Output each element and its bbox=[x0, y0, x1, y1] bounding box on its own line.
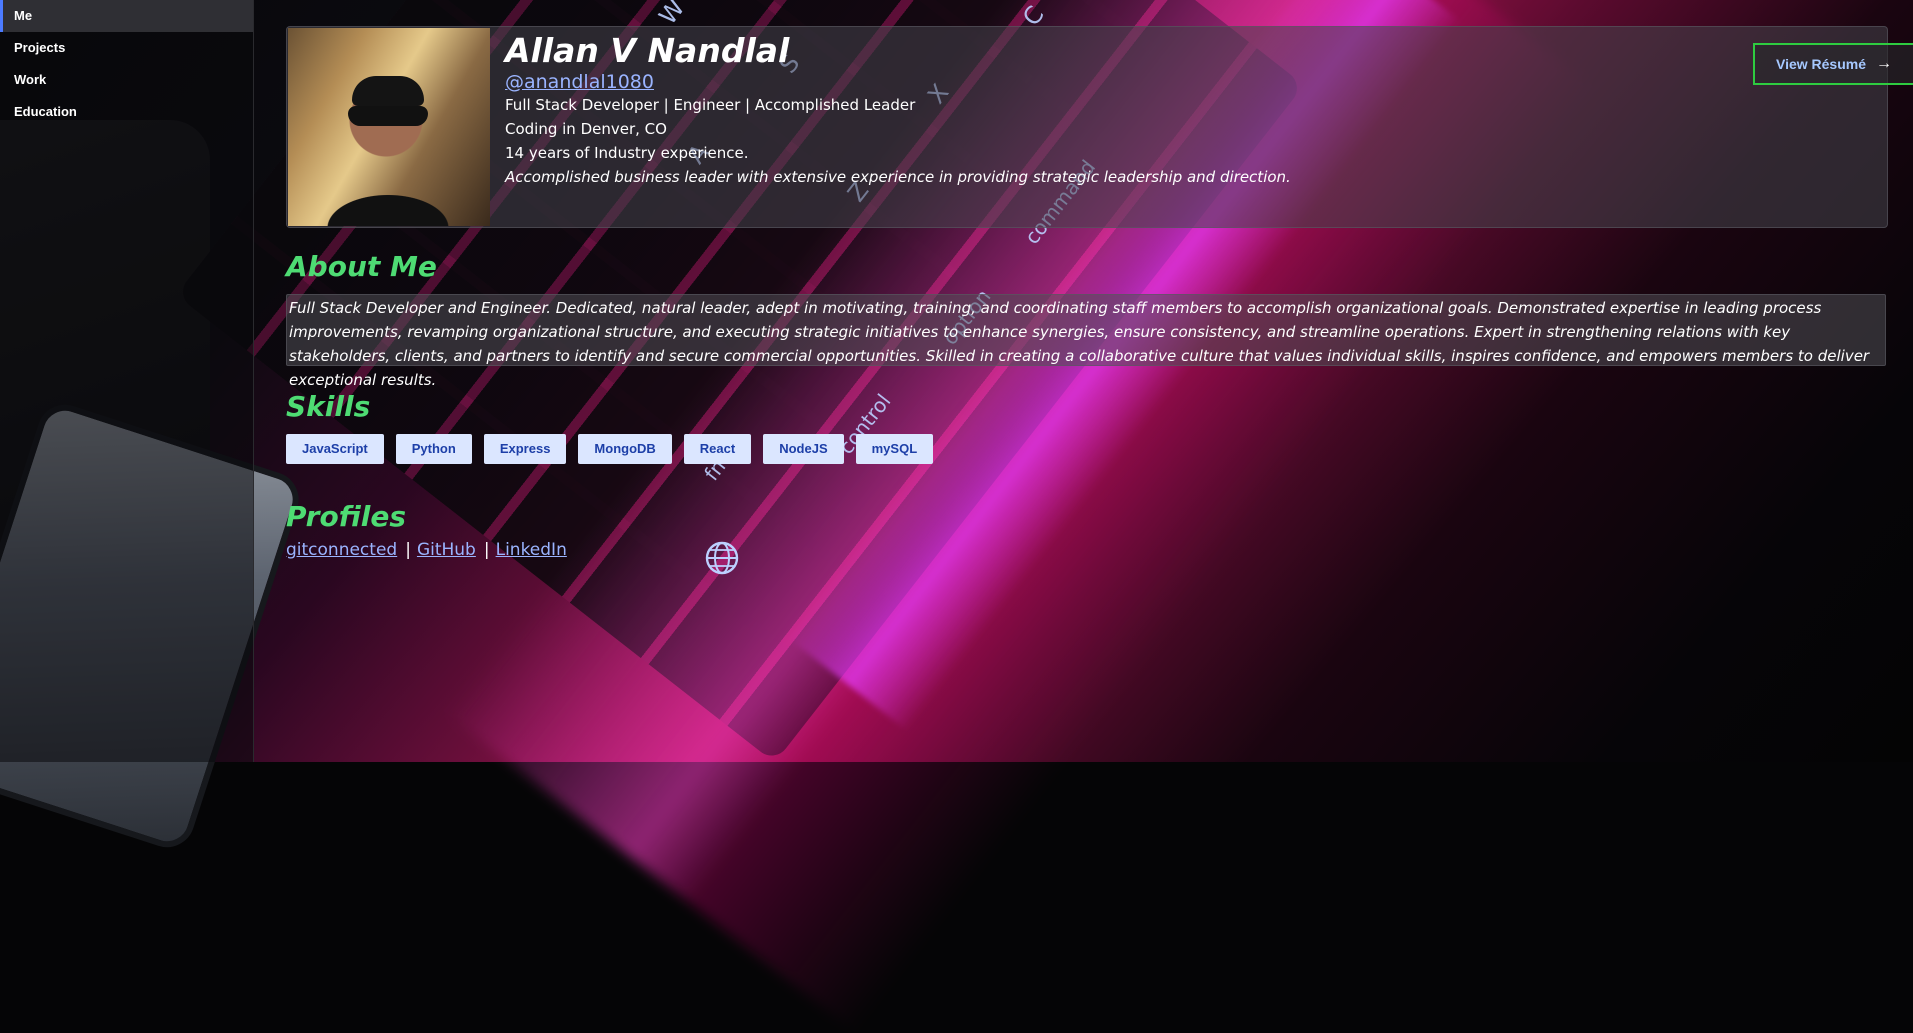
view-resume-button[interactable]: View Résumé → bbox=[1753, 43, 1913, 85]
profile-experience: 14 years of Industry experience. bbox=[505, 144, 749, 162]
view-resume-label: View Résumé bbox=[1775, 56, 1866, 72]
profile-details: Allan V Nandlal @anandlal1080 Full Stack… bbox=[505, 27, 1505, 189]
profile-location: Coding in Denver, CO bbox=[505, 120, 667, 138]
github-link[interactable]: GitHub bbox=[417, 540, 476, 560]
profiles-title: Profiles bbox=[286, 500, 406, 533]
sidebar-item-projects[interactable]: Projects bbox=[0, 32, 254, 64]
about-title: About Me bbox=[286, 250, 437, 283]
skill-tag: Express bbox=[483, 434, 567, 464]
sidebar-item-work[interactable]: Work bbox=[0, 64, 254, 96]
arrow-right-icon: → bbox=[1876, 55, 1892, 72]
skill-tag: JavaScript bbox=[286, 434, 384, 464]
skill-tag: Python bbox=[395, 434, 472, 464]
skills-list: JavaScript Python Express MongoDB React … bbox=[286, 434, 934, 464]
avatar-sunglasses bbox=[348, 106, 428, 126]
profile-handle-link[interactable]: @anandlal1080 bbox=[505, 71, 1505, 93]
skill-tag: NodeJS bbox=[763, 434, 844, 464]
linkedin-link[interactable]: LinkedIn bbox=[496, 540, 567, 560]
profile-summary: Accomplished business leader with extens… bbox=[505, 168, 1291, 186]
sidebar-divider bbox=[253, 0, 254, 762]
main-content: Allan V Nandlal @anandlal1080 Full Stack… bbox=[254, 0, 1913, 762]
avatar-hair bbox=[352, 76, 424, 106]
sidebar-item-me[interactable]: Me bbox=[0, 0, 254, 32]
sidebar-nav: Me Projects Work Education bbox=[0, 0, 254, 128]
gitconnected-link[interactable]: gitconnected bbox=[286, 540, 397, 560]
sidebar-item-education[interactable]: Education bbox=[0, 96, 254, 128]
skill-tag: mySQL bbox=[855, 434, 934, 464]
profile-links: gitconnected | GitHub | LinkedIn bbox=[286, 540, 567, 560]
skills-title: Skills bbox=[286, 390, 371, 423]
link-separator: | bbox=[483, 540, 490, 560]
skill-tag: React bbox=[683, 434, 752, 464]
profile-headline: Full Stack Developer | Engineer | Accomp… bbox=[505, 96, 916, 114]
skill-tag: MongoDB bbox=[578, 434, 672, 464]
link-separator: | bbox=[405, 540, 411, 560]
sidebar: Me Projects Work Education bbox=[0, 0, 254, 762]
profile-card: Allan V Nandlal @anandlal1080 Full Stack… bbox=[286, 26, 1913, 228]
avatar bbox=[288, 28, 490, 226]
about-text: Full Stack Developer and Engineer. Dedic… bbox=[286, 294, 1886, 389]
profile-name: Allan V Nandlal bbox=[505, 31, 790, 70]
